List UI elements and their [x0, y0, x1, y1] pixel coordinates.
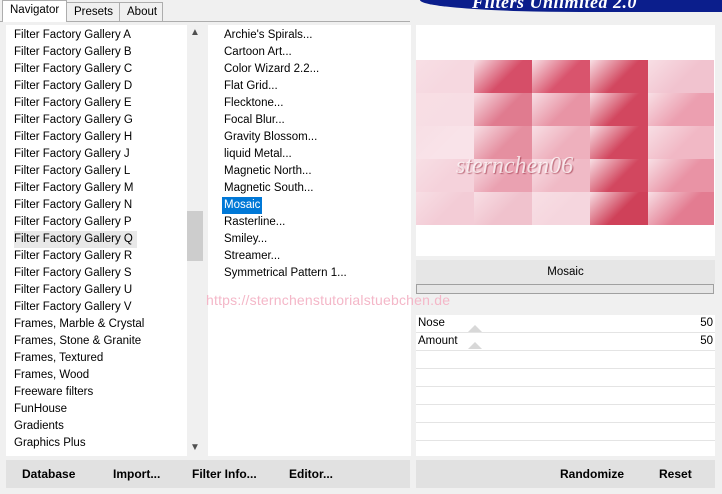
filter-item[interactable]: Rasterline... [222, 214, 287, 231]
scroll-thumb[interactable] [187, 211, 203, 261]
filter-item[interactable]: Smiley... [222, 231, 269, 248]
category-item[interactable]: Freeware filters [14, 384, 93, 401]
tab-about[interactable]: About [119, 2, 163, 21]
mosaic-tile [648, 159, 714, 192]
mosaic-tile [590, 60, 648, 93]
filter-item[interactable]: Flecktone... [222, 95, 285, 112]
param-row-amount[interactable]: Amount 50 [416, 333, 715, 351]
category-item[interactable]: Filter Factory Gallery D [14, 78, 132, 95]
mosaic-tile [416, 60, 474, 93]
category-item[interactable]: Filter Factory Gallery J [14, 146, 130, 163]
category-item[interactable]: Filter Factory Gallery U [14, 282, 132, 299]
category-item[interactable]: Gradients [14, 418, 64, 435]
category-item[interactable]: Filter Factory Gallery P [14, 214, 132, 231]
mosaic-tile [532, 192, 590, 225]
mosaic-tile [590, 126, 648, 159]
url-watermark: https://sternchenstutorialstuebchen.de [206, 292, 451, 308]
tab-presets[interactable]: Presets [66, 2, 120, 21]
filter-item[interactable]: Color Wizard 2.2... [222, 61, 321, 78]
database-button[interactable]: Database [22, 460, 75, 488]
filter-item[interactable]: Magnetic South... [222, 180, 316, 197]
category-item[interactable]: Filter Factory Gallery B [14, 44, 132, 61]
mosaic-tile [416, 192, 474, 225]
app-title: Filters Unlimited 2.0 [472, 0, 638, 12]
category-item[interactable]: Filter Factory Gallery M [14, 180, 134, 197]
filter-item[interactable]: liquid Metal... [222, 146, 294, 163]
scroll-down-icon[interactable]: ▼ [187, 440, 203, 456]
parameter-panel: Nose 50 Amount 50 [416, 315, 715, 456]
filter-progress-bar [416, 284, 714, 294]
param-row-empty [416, 387, 715, 405]
mosaic-tile [532, 60, 590, 93]
category-item[interactable]: Frames, Wood [14, 367, 89, 384]
category-item[interactable]: Filter Factory Gallery R [14, 248, 132, 265]
preview-watermark: sternchen06 [456, 153, 574, 179]
param-label: Nose [418, 317, 445, 329]
mosaic-tile [416, 93, 474, 126]
mosaic-tile [590, 93, 648, 126]
category-item[interactable]: Filter Factory Gallery E [14, 95, 132, 112]
mosaic-tile [474, 60, 532, 93]
filter-list[interactable]: Archie's Spirals... Cartoon Art... Color W… [208, 25, 411, 456]
category-item[interactable]: Filter Factory Gallery G [14, 112, 133, 129]
filter-item[interactable]: Archie's Spirals... [222, 27, 314, 44]
param-row-empty [416, 423, 715, 441]
app-banner: Filters Unlimited 2.0 [420, 0, 722, 12]
reset-button[interactable]: Reset [659, 460, 692, 488]
mosaic-tile [590, 159, 648, 192]
param-row-nose[interactable]: Nose 50 [416, 315, 715, 333]
category-item[interactable]: Filter Factory Gallery C [14, 61, 132, 78]
filter-item[interactable]: Mosaic [222, 197, 263, 214]
mosaic-tile [474, 192, 532, 225]
mosaic-tile [532, 93, 590, 126]
param-value: 50 [700, 317, 713, 329]
category-item[interactable]: Frames, Stone & Granite [14, 333, 141, 350]
editor-button[interactable]: Editor... [289, 460, 333, 488]
mosaic-tile [648, 60, 714, 93]
mosaic-tile [474, 93, 532, 126]
mosaic-tile [648, 93, 714, 126]
category-item[interactable]: Filter Factory Gallery H [14, 129, 132, 146]
category-item[interactable]: Frames, Marble & Crystal [14, 316, 144, 333]
preview-image: sternchen06 [416, 60, 714, 225]
filter-item[interactable]: Cartoon Art... [222, 44, 294, 61]
filter-item[interactable]: Gravity Blossom... [222, 129, 319, 146]
filter-name-label: Mosaic [416, 260, 715, 284]
param-row-empty [416, 405, 715, 423]
param-label: Amount [418, 335, 458, 347]
category-list[interactable]: Filter Factory Gallery A Filter Factory G… [6, 25, 187, 456]
randomize-button[interactable]: Randomize [560, 460, 624, 488]
category-item[interactable]: Filter Factory Gallery S [14, 265, 132, 282]
filter-item[interactable]: Flat Grid... [222, 78, 280, 95]
scroll-up-icon[interactable]: ▲ [187, 25, 203, 41]
param-row-empty [416, 369, 715, 387]
import-button[interactable]: Import... [113, 460, 160, 488]
mosaic-tile [648, 192, 714, 225]
category-scrollbar[interactable]: ▲ ▼ [187, 25, 203, 456]
category-item[interactable]: Filter Factory Gallery Q [14, 231, 137, 248]
filter-info-button[interactable]: Filter Info... [192, 460, 257, 488]
category-item[interactable]: Filter Factory Gallery A [14, 27, 131, 44]
category-item[interactable]: Frames, Textured [14, 350, 103, 367]
param-row-empty [416, 351, 715, 369]
category-item[interactable]: Graphics Plus [14, 435, 86, 452]
filter-item[interactable]: Focal Blur... [222, 112, 287, 129]
tab-navigator[interactable]: Navigator [2, 0, 67, 22]
filter-item[interactable]: Symmetrical Pattern 1... [222, 265, 349, 282]
filter-item[interactable]: Streamer... [222, 248, 282, 265]
mosaic-tile [590, 192, 648, 225]
param-value: 50 [700, 335, 713, 347]
mosaic-tile [648, 126, 714, 159]
category-item[interactable]: Filter Factory Gallery N [14, 197, 132, 214]
category-item[interactable]: Filter Factory Gallery L [14, 163, 130, 180]
category-item[interactable]: FunHouse [14, 401, 67, 418]
filter-item[interactable]: Magnetic North... [222, 163, 314, 180]
category-item[interactable]: Filter Factory Gallery V [14, 299, 132, 316]
